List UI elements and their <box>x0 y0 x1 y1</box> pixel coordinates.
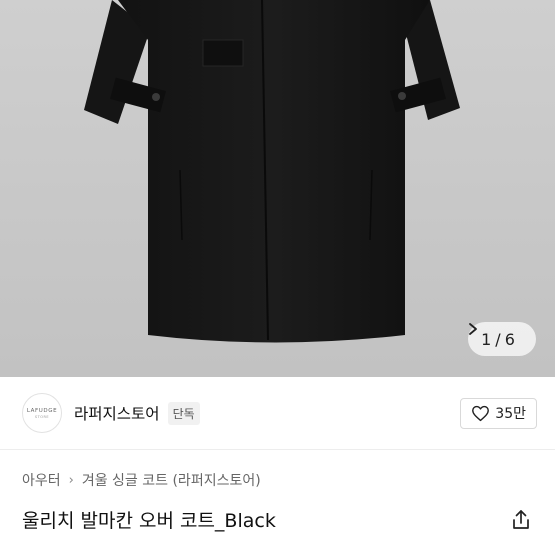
product-title: 울리치 발마칸 오버 코트_Black <box>22 510 276 532</box>
follow-count: 35만 <box>495 406 526 422</box>
store-logo-text: LAFUDGE <box>26 407 58 414</box>
store-name[interactable]: 라퍼지스토어 <box>74 402 160 424</box>
coat-photo <box>0 0 555 377</box>
breadcrumb-item-outer[interactable]: 아우터 <box>22 470 61 490</box>
store-row: LAFUDGE STORE 라퍼지스토어 단독 35만 <box>0 377 555 450</box>
pager-total: 6 <box>504 329 515 349</box>
product-image[interactable]: 1 / 6 <box>0 0 555 377</box>
breadcrumb-item-category[interactable]: 겨울 싱글 코트 (라퍼지스토어) <box>82 470 261 490</box>
breadcrumb-separator-icon: › <box>68 472 74 488</box>
pager-current: 1 <box>481 329 492 349</box>
share-icon[interactable] <box>510 509 532 531</box>
store-logo-sub: STORE <box>34 414 50 419</box>
pager-divider: / <box>495 329 501 349</box>
store-logo[interactable]: LAFUDGE STORE <box>22 393 62 433</box>
heart-icon <box>471 405 490 422</box>
follow-button[interactable]: 35만 <box>460 397 537 429</box>
exclusive-badge: 단독 <box>167 401 200 425</box>
image-pager[interactable]: 1 / 6 <box>468 322 536 356</box>
breadcrumb: 아우터 › 겨울 싱글 코트 (라퍼지스토어) <box>22 470 261 490</box>
